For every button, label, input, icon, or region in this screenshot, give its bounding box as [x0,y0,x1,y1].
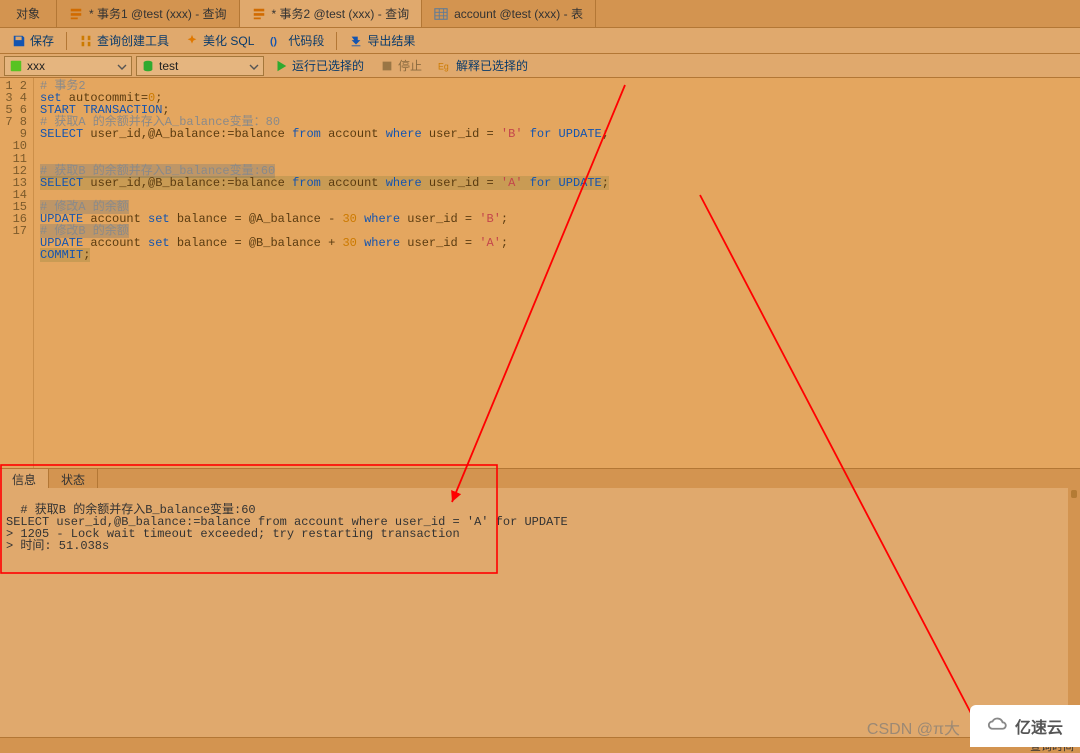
tab-info[interactable]: 信息 [0,469,49,488]
save-label: 保存 [30,32,54,49]
snippet-button[interactable]: () 代码段 [264,30,330,51]
output-text: # 获取B 的余额并存入B_balance变量:60 SELECT user_i… [6,503,568,553]
run-selected-button[interactable]: 运行已选择的 [268,55,370,76]
query-icon [252,7,266,21]
table-icon [434,7,448,21]
document-tabstrip: 对象 * 事务1 @test (xxx) - 查询 * 事务2 @test (x… [0,0,1080,28]
query-icon [69,7,83,21]
svg-text:(): () [270,35,277,47]
chevron-down-icon [117,61,127,71]
output-scrollbar[interactable] [1068,488,1080,741]
code-area[interactable]: # 事务2 set autocommit=0; START TRANSACTIO… [34,78,1080,468]
line-gutter: 1 2 3 4 5 6 7 8 9 10 11 12 13 14 15 16 1… [0,78,34,468]
server-label: xxx [27,59,113,73]
server-icon [9,59,23,73]
status-bar: 查询时间 [0,737,1080,753]
explain-selected-button[interactable]: Eg 解释已选择的 [432,55,534,76]
beautify-sql-button[interactable]: 美化 SQL [179,30,260,51]
save-icon [12,34,26,48]
scrollbar-thumb[interactable] [1071,490,1077,498]
output-tabstrip: 信息 状态 [0,468,1080,488]
database-icon [141,59,155,73]
stop-label: 停止 [398,57,422,74]
query-builder-button[interactable]: 查询创建工具 [73,30,175,51]
export-result-button[interactable]: 导出结果 [343,30,421,51]
csdn-watermark: CSDN @π大 [867,715,960,739]
builder-icon [79,34,93,48]
tab-query-1[interactable]: * 事务1 @test (xxx) - 查询 [57,0,240,27]
toolbar-separator [66,32,67,50]
play-icon [274,59,288,73]
beautify-icon [185,34,199,48]
tab-label: account @test (xxx) - 表 [454,5,583,22]
yisu-watermark: 亿速云 [970,705,1080,747]
stop-icon [380,59,394,73]
tab-objects-label: 对象 [16,5,40,22]
server-combo[interactable]: xxx [4,56,132,76]
tab-objects[interactable]: 对象 [0,0,57,27]
beautify-label: 美化 SQL [203,32,254,49]
tab-table-account[interactable]: account @test (xxx) - 表 [422,0,596,27]
toolbar: 保存 查询创建工具 美化 SQL () 代码段 导出结果 [0,28,1080,54]
tab-status[interactable]: 状态 [49,469,98,488]
snippet-label: 代码段 [288,32,324,49]
explain-icon: Eg [438,59,452,73]
output-panel[interactable]: # 获取B 的余额并存入B_balance变量:60 SELECT user_i… [0,488,1080,741]
export-icon [349,34,363,48]
save-button[interactable]: 保存 [6,30,60,51]
export-label: 导出结果 [367,32,415,49]
explain-label: 解释已选择的 [456,57,528,74]
tab-query-2[interactable]: * 事务2 @test (xxx) - 查询 [240,0,423,27]
snippet-icon: () [270,34,284,48]
svg-text:Eg: Eg [438,61,449,71]
chevron-down-icon [249,61,259,71]
sql-editor: 1 2 3 4 5 6 7 8 9 10 11 12 13 14 15 16 1… [0,78,1080,468]
builder-label: 查询创建工具 [97,32,169,49]
stop-button: 停止 [374,55,428,76]
toolbar-separator [336,32,337,50]
tab-label: * 事务1 @test (xxx) - 查询 [89,5,227,22]
tab-label: * 事务2 @test (xxx) - 查询 [272,5,410,22]
connection-row: xxx test 运行已选择的 停止 Eg 解释已选择的 [0,54,1080,78]
run-label: 运行已选择的 [292,57,364,74]
database-combo[interactable]: test [136,56,264,76]
database-label: test [159,59,245,73]
yisu-label: 亿速云 [1015,714,1063,738]
